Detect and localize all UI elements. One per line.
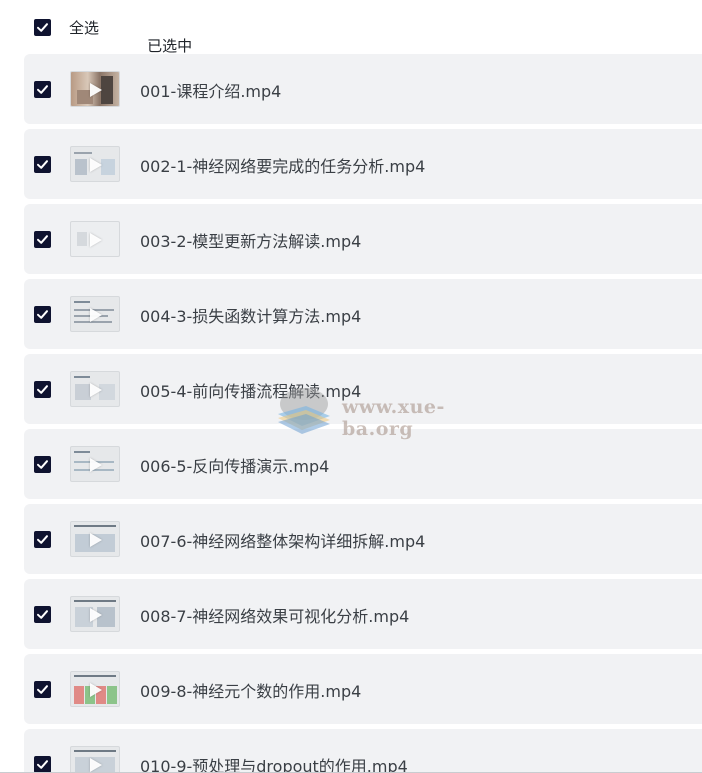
checkmark-icon <box>37 535 48 544</box>
file-selection-page: 全选 已选中 77 项 001-课程介绍.mp4 <box>0 0 702 773</box>
file-checkbox[interactable] <box>34 156 51 173</box>
file-name[interactable]: 009-8-神经元个数的作用.mp4 <box>140 678 361 702</box>
video-thumbnail[interactable] <box>70 596 120 632</box>
file-checkbox[interactable] <box>34 381 51 398</box>
video-thumbnail[interactable] <box>70 296 120 332</box>
file-name[interactable]: 006-5-反向传播演示.mp4 <box>140 453 329 477</box>
checkmark-icon <box>37 760 48 769</box>
play-icon <box>90 458 102 472</box>
checkmark-icon <box>37 460 48 469</box>
checkmark-icon <box>37 610 48 619</box>
file-name[interactable]: 001-课程介绍.mp4 <box>140 78 281 102</box>
play-icon <box>90 383 102 397</box>
checkmark-icon <box>37 235 48 244</box>
checkmark-icon <box>37 160 48 169</box>
file-row[interactable]: 002-1-神经网络要完成的任务分析.mp4 <box>24 129 702 199</box>
play-icon <box>90 83 102 97</box>
checkmark-icon <box>37 310 48 319</box>
video-thumbnail[interactable] <box>70 671 120 707</box>
video-thumbnail[interactable] <box>70 221 120 257</box>
play-icon <box>90 308 102 322</box>
file-row[interactable]: 006-5-反向传播演示.mp4 <box>24 429 702 499</box>
file-name[interactable]: 010-9-预处理与dropout的作用.mp4 <box>140 753 408 773</box>
file-checkbox[interactable] <box>34 681 51 698</box>
play-icon <box>90 158 102 172</box>
file-row[interactable]: 003-2-模型更新方法解读.mp4 <box>24 204 702 274</box>
checkmark-icon <box>37 23 48 32</box>
file-name[interactable]: 007-6-神经网络整体架构详细拆解.mp4 <box>140 528 425 552</box>
video-thumbnail[interactable] <box>70 521 120 557</box>
video-thumbnail[interactable] <box>70 146 120 182</box>
file-checkbox[interactable] <box>34 81 51 98</box>
file-row[interactable]: 009-8-神经元个数的作用.mp4 <box>24 654 702 724</box>
play-icon <box>90 683 102 697</box>
video-thumbnail[interactable] <box>70 446 120 482</box>
file-name[interactable]: 004-3-损失函数计算方法.mp4 <box>140 303 361 327</box>
file-row[interactable]: 001-课程介绍.mp4 <box>24 54 702 124</box>
file-row[interactable]: 005-4-前向传播流程解读.mp4 <box>24 354 702 424</box>
file-list: 001-课程介绍.mp4 002-1-神经网络要完成的任务分析.mp4 003-… <box>24 54 702 773</box>
play-icon <box>90 233 102 247</box>
selection-header: 全选 已选中 77 项 <box>0 0 702 94</box>
play-icon <box>90 758 102 772</box>
checkmark-icon <box>37 385 48 394</box>
file-checkbox[interactable] <box>34 756 51 773</box>
video-thumbnail[interactable] <box>70 371 120 407</box>
play-icon <box>90 533 102 547</box>
checkmark-icon <box>37 85 48 94</box>
selected-prefix: 已选中 <box>147 37 193 55</box>
checkmark-icon <box>37 685 48 694</box>
file-row[interactable]: 010-9-预处理与dropout的作用.mp4 <box>24 729 702 773</box>
file-checkbox[interactable] <box>34 456 51 473</box>
file-row[interactable]: 007-6-神经网络整体架构详细拆解.mp4 <box>24 504 702 574</box>
file-name[interactable]: 005-4-前向传播流程解读.mp4 <box>140 378 361 402</box>
file-row[interactable]: 004-3-损失函数计算方法.mp4 <box>24 279 702 349</box>
file-checkbox[interactable] <box>34 531 51 548</box>
file-checkbox[interactable] <box>34 606 51 623</box>
video-thumbnail[interactable] <box>70 71 120 107</box>
select-all-checkbox[interactable] <box>34 19 51 36</box>
file-name[interactable]: 003-2-模型更新方法解读.mp4 <box>140 228 361 252</box>
file-checkbox[interactable] <box>34 231 51 248</box>
file-name[interactable]: 008-7-神经网络效果可视化分析.mp4 <box>140 603 409 627</box>
file-name[interactable]: 002-1-神经网络要完成的任务分析.mp4 <box>140 153 425 177</box>
video-thumbnail[interactable] <box>70 746 120 773</box>
file-checkbox[interactable] <box>34 306 51 323</box>
file-row[interactable]: 008-7-神经网络效果可视化分析.mp4 <box>24 579 702 649</box>
play-icon <box>90 608 102 622</box>
